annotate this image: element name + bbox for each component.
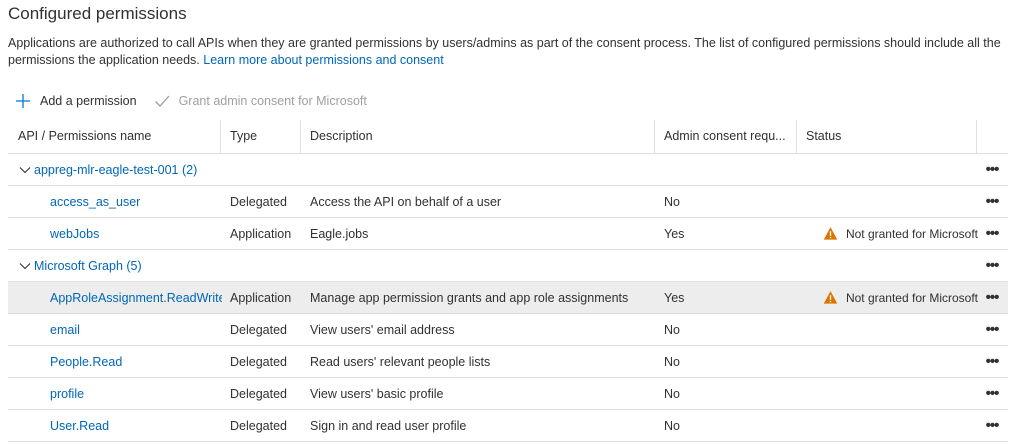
permission-name-link[interactable]: People.Read [50, 346, 222, 377]
permission-description: View users' basic profile [310, 387, 444, 401]
permission-type: Delegated [230, 387, 287, 401]
more-actions-button[interactable]: ••• [980, 378, 1004, 409]
chevron-down-icon [19, 166, 31, 173]
group-label[interactable]: appreg-mlr-eagle-test-001 (2) [34, 163, 197, 177]
permission-name-link[interactable]: User.Read [50, 410, 222, 441]
admin-consent-required: No [664, 195, 680, 209]
table-row[interactable]: AppRoleAssignment.ReadWrite.All Applicat… [8, 282, 1008, 314]
admin-consent-required: No [664, 419, 680, 433]
permission-description: Read users' relevant people lists [310, 355, 491, 369]
permission-description: Manage app permission grants and app rol… [310, 291, 629, 305]
table-row[interactable]: email Delegated View users' email addres… [8, 314, 1008, 346]
permission-name-link[interactable]: profile [50, 378, 222, 409]
admin-consent-required: Yes [664, 227, 685, 241]
column-header-admin-consent[interactable]: Admin consent requ... [654, 120, 796, 153]
add-permission-label: Add a permission [40, 94, 137, 108]
description-text: Applications are authorized to call APIs… [8, 36, 1001, 67]
group-row-microsoft-graph[interactable]: Microsoft Graph (5) ••• [8, 250, 1008, 282]
permission-type: Delegated [230, 323, 287, 337]
permission-type: Delegated [230, 355, 287, 369]
more-actions-button[interactable]: ••• [980, 154, 1004, 185]
permission-name-link[interactable]: access_as_user [50, 186, 222, 217]
admin-consent-required: No [664, 323, 680, 337]
group-row-appreg[interactable]: appreg-mlr-eagle-test-001 (2) ••• [8, 154, 1008, 186]
page-title: Configured permissions [8, 4, 187, 23]
permission-name-link[interactable]: webJobs [50, 218, 222, 249]
permissions-table: API / Permissions name Type Description … [8, 120, 1008, 442]
column-header-status[interactable]: Status [796, 120, 976, 153]
more-actions-button[interactable]: ••• [980, 218, 1004, 249]
status-text: Not granted for Microsoft [845, 226, 978, 241]
permission-type: Application [230, 227, 292, 241]
warning-icon [823, 291, 838, 304]
admin-consent-required: No [664, 355, 680, 369]
column-header-description[interactable]: Description [300, 120, 654, 153]
group-toggle[interactable]: Microsoft Graph (5) [18, 250, 142, 281]
permission-name-link[interactable]: AppRoleAssignment.ReadWrite.All [50, 282, 222, 313]
table-row[interactable]: User.Read Delegated Sign in and read use… [8, 410, 1008, 442]
warning-icon [823, 227, 838, 240]
status-cell: Not granted for Microsoft [810, 282, 978, 313]
column-header-type[interactable]: Type [220, 120, 300, 153]
learn-more-link[interactable]: Learn more about permissions and consent [203, 53, 443, 67]
permission-description: Sign in and read user profile [310, 419, 467, 433]
permission-name-link[interactable]: email [50, 314, 222, 345]
toolbar: Add a permission Grant admin consent for… [14, 91, 383, 111]
chevron-down-icon [19, 262, 31, 269]
group-label[interactable]: Microsoft Graph (5) [34, 259, 142, 273]
more-actions-button[interactable]: ••• [980, 282, 1004, 313]
permission-type: Delegated [230, 419, 287, 433]
permission-description: Access the API on behalf of a user [310, 195, 502, 209]
more-actions-button[interactable]: ••• [980, 250, 1004, 281]
plus-icon [16, 94, 30, 108]
more-actions-button[interactable]: ••• [980, 314, 1004, 345]
table-row[interactable]: profile Delegated View users' basic prof… [8, 378, 1008, 410]
table-row[interactable]: webJobs Application Eagle.jobs Yes Not g… [8, 218, 1008, 250]
more-actions-button[interactable]: ••• [980, 186, 1004, 217]
group-toggle[interactable]: appreg-mlr-eagle-test-001 (2) [18, 154, 197, 185]
column-divider[interactable] [976, 120, 977, 153]
table-header: API / Permissions name Type Description … [8, 120, 1008, 154]
more-actions-button[interactable]: ••• [980, 410, 1004, 441]
grant-admin-consent-label: Grant admin consent for Microsoft [178, 94, 367, 108]
checkmark-icon [154, 95, 170, 107]
status-cell: Not granted for Microsoft [810, 218, 978, 249]
permission-description: View users' email address [310, 323, 455, 337]
permission-type: Application [230, 291, 292, 305]
permission-type: Delegated [230, 195, 287, 209]
status-text: Not granted for Microsoft [845, 290, 978, 305]
admin-consent-required: Yes [664, 291, 685, 305]
table-row[interactable]: People.Read Delegated Read users' releva… [8, 346, 1008, 378]
permission-description: Eagle.jobs [310, 227, 369, 241]
grant-admin-consent-button[interactable]: Grant admin consent for Microsoft [153, 92, 367, 110]
column-header-name[interactable]: API / Permissions name [8, 120, 220, 153]
more-actions-button[interactable]: ••• [980, 346, 1004, 377]
table-row[interactable]: access_as_user Delegated Access the API … [8, 186, 1008, 218]
admin-consent-required: No [664, 387, 680, 401]
add-permission-button[interactable]: Add a permission [14, 92, 137, 110]
page-description: Applications are authorized to call APIs… [8, 35, 1013, 69]
